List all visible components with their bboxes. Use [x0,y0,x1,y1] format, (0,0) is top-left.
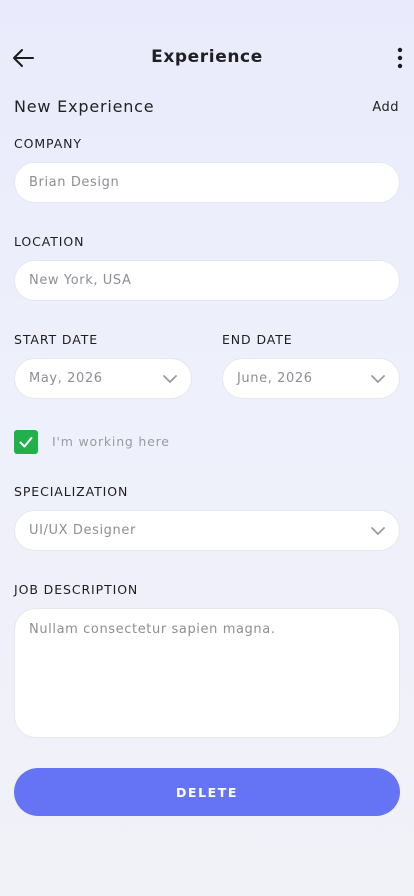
start-date-select[interactable]: May, 2026 [14,358,192,399]
page-title: Experience [151,47,263,67]
chevron-down-icon [371,526,385,535]
job-description-label: JOB DESCRIPTION [14,582,139,597]
form-header: New Experience Add [14,96,400,118]
working-here-checkbox[interactable] [14,430,38,454]
specialization-value: UI/UX Designer [29,523,136,538]
location-field[interactable] [14,260,400,301]
start-date-value: May, 2026 [29,371,103,386]
more-options-button[interactable] [392,44,408,72]
start-date-label: START DATE [14,332,99,347]
company-field[interactable] [14,162,400,203]
header: Experience [0,36,414,80]
experience-screen: Experience New Experience Add COMPANY LO… [0,0,414,896]
job-description-field[interactable] [14,608,400,738]
more-vertical-icon [397,47,403,69]
form-title: New Experience [14,97,155,116]
chevron-down-icon [371,374,385,383]
delete-button[interactable]: DELETE [14,768,400,816]
checkmark-icon [19,437,33,448]
working-here-label: I'm working here [52,434,170,449]
job-description-input[interactable] [29,622,385,724]
end-date-value: June, 2026 [237,371,313,386]
end-date-label: END DATE [222,332,293,347]
chevron-down-icon [163,374,177,383]
location-label: LOCATION [14,234,85,249]
add-button[interactable]: Add [372,100,399,115]
company-input[interactable] [29,175,399,190]
specialization-select[interactable]: UI/UX Designer [14,510,400,551]
location-input[interactable] [29,273,399,288]
specialization-label: SPECIALIZATION [14,484,129,499]
company-label: COMPANY [14,136,82,151]
end-date-select[interactable]: June, 2026 [222,358,400,399]
